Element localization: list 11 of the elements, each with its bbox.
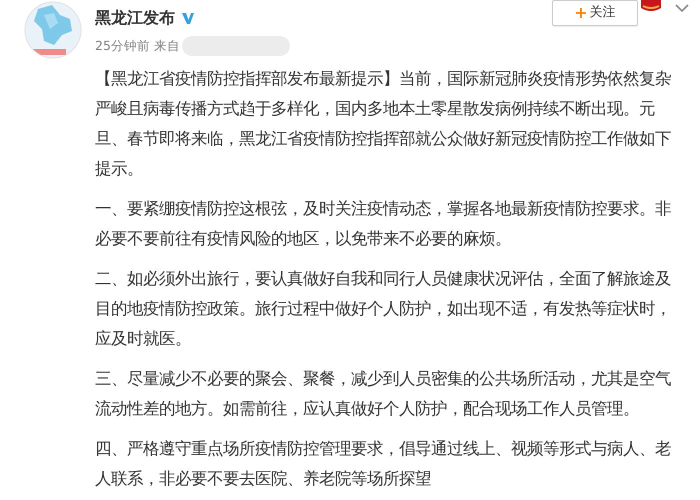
post-paragraph: 三、尽量减少不必要的聚会、聚餐，减少到人员密集的公共场所活动，尤其是空气流动性差的地方。如需前往，应认真做好个人防护，配合现场工作人员管理。 <box>95 368 672 420</box>
chevron-down-icon[interactable] <box>675 4 689 13</box>
post-time[interactable]: 25分钟前 <box>95 36 150 56</box>
follow-button[interactable]: +关注 <box>552 0 638 26</box>
source-label: 来自 <box>154 36 180 55</box>
post-paragraph: 【黑龙江省疫情防控指挥部发布最新提示】当前，国际新冠肺炎疫情形势依然复杂严峻且病毒传播方式趋于多样化，国内多地本土零星散发病例持续不断出现。元旦、春节即将来临，黑龙江省疫情防控指挥部就公众做好新冠疫情防控工作做如下提示。 <box>95 68 672 180</box>
banner-icon <box>641 0 661 12</box>
post-paragraph: 四、严格遵守重点场所疫情防控管理要求，倡导通过线上、视频等形式与病人、老人联系，非必要不要去医院、养老院等场所探望 <box>95 438 672 490</box>
post-paragraph: 一、要紧绷疫情防控这根弦，及时关注疫情动态，掌握各地最新疫情防控要求。非必要不要前往有疫情风险的地区，以免带来不必要的麻烦。 <box>95 198 672 250</box>
post-paragraph: 二、如必须外出旅行，要认真做好自我和同行人员健康状况评估，全面了解旅途及目的地疫情防控政策。旅行过程中做好个人防护，如出现不适，有发热等症状时，应及时就医。 <box>95 268 672 350</box>
account-name[interactable]: 黑龙江发布 <box>95 8 175 27</box>
